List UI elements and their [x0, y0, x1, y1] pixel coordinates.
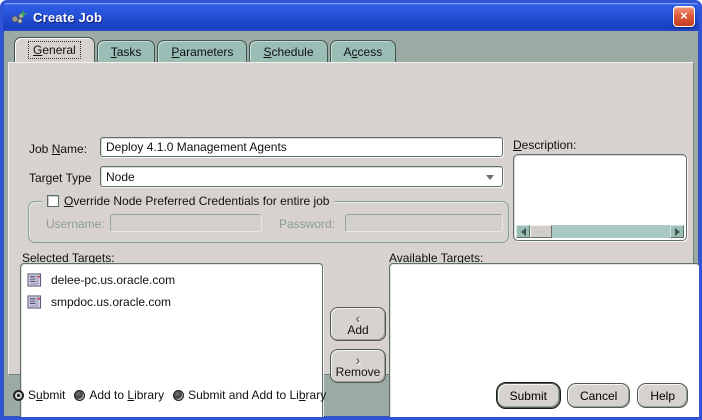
radio-add-to-library[interactable]: Add to Library	[74, 388, 164, 402]
tab-parameters[interactable]: Parameters	[157, 40, 247, 62]
radio-icon[interactable]	[13, 390, 24, 401]
target-type-dropdown[interactable]: Node	[100, 166, 503, 187]
radio-submit-and-add[interactable]: Submit and Add to Library	[173, 388, 326, 402]
target-type-label: Target Type	[29, 171, 91, 185]
username-input[interactable]	[110, 214, 262, 232]
title-bar[interactable]: Create Job ×	[3, 3, 699, 31]
add-button-label: Add	[347, 324, 368, 337]
override-credentials-label: Override Node Preferred Credentials for …	[64, 194, 329, 208]
tab-general-label: General	[28, 41, 81, 59]
description-label: Description:	[513, 138, 576, 152]
tab-schedule[interactable]: Schedule	[249, 40, 327, 62]
scroll-left-button[interactable]	[516, 225, 530, 238]
tab-tasks-label: Tasks	[111, 45, 142, 59]
scroll-right-button[interactable]	[670, 225, 684, 238]
submit-mode-radio-group: Submit Add to Library Submit and Add to …	[13, 388, 326, 402]
radio-icon[interactable]	[173, 390, 184, 401]
job-name-input[interactable]	[100, 137, 503, 157]
window-title: Create Job	[33, 10, 102, 25]
create-job-dialog: Create Job × General Tasks Parameters Sc…	[0, 0, 702, 420]
footer-bar: Submit Add to Library Submit and Add to …	[3, 375, 699, 417]
radio-submit-and-add-label: Submit and Add to Library	[188, 388, 326, 402]
radio-submit-label: Submit	[28, 388, 65, 402]
arrow-right-icon	[675, 228, 680, 236]
tab-tasks[interactable]: Tasks	[97, 40, 156, 62]
footer-buttons: Submit Cancel Help	[497, 383, 688, 408]
description-textarea[interactable]	[516, 157, 684, 224]
description-box: ∙∙	[513, 154, 687, 241]
credentials-groupbox: Override Node Preferred Credentials for …	[28, 201, 509, 243]
general-tab-panel: Job Name: Target Type Node Override Node…	[8, 62, 694, 375]
node-icon	[27, 295, 42, 309]
job-sparkle-icon	[10, 9, 27, 25]
tab-access-label: Access	[344, 45, 383, 59]
target-type-value: Node	[106, 170, 135, 184]
add-button[interactable]: ‹ Add	[330, 307, 386, 341]
tab-bar: General Tasks Parameters Schedule Access	[14, 40, 398, 62]
override-credentials-checkbox[interactable]	[47, 195, 59, 207]
description-horizontal-scrollbar[interactable]: ∙∙	[516, 225, 684, 238]
chevron-down-icon	[486, 175, 494, 180]
tab-general[interactable]: General	[14, 37, 95, 62]
radio-submit[interactable]: Submit	[13, 388, 65, 402]
close-button[interactable]: ×	[673, 6, 695, 27]
tab-access[interactable]: Access	[330, 40, 397, 62]
help-button[interactable]: Help	[637, 383, 688, 408]
submit-button[interactable]: Submit	[497, 383, 560, 408]
arrow-left-icon	[521, 228, 526, 236]
scrollbar-thumb[interactable]: ∙∙	[530, 225, 552, 238]
password-label: Password:	[279, 217, 335, 231]
tab-parameters-label: Parameters	[171, 45, 233, 59]
list-item[interactable]: delee-pc.us.oracle.com	[21, 269, 322, 291]
username-label: Username:	[46, 217, 105, 231]
password-input[interactable]	[345, 214, 503, 232]
override-credentials-legend: Override Node Preferred Credentials for …	[42, 194, 334, 208]
tab-schedule-label: Schedule	[263, 45, 313, 59]
chevron-left-icon: ‹	[356, 312, 361, 324]
node-icon	[27, 273, 42, 287]
target-name: delee-pc.us.oracle.com	[51, 273, 175, 287]
job-name-label: Job Name:	[29, 142, 87, 156]
list-item[interactable]: smpdoc.us.oracle.com	[21, 291, 322, 313]
radio-add-to-library-label: Add to Library	[89, 388, 164, 402]
radio-icon[interactable]	[74, 390, 85, 401]
target-name: smpdoc.us.oracle.com	[51, 295, 171, 309]
cancel-button[interactable]: Cancel	[567, 383, 630, 408]
chevron-right-icon: ›	[356, 354, 361, 366]
